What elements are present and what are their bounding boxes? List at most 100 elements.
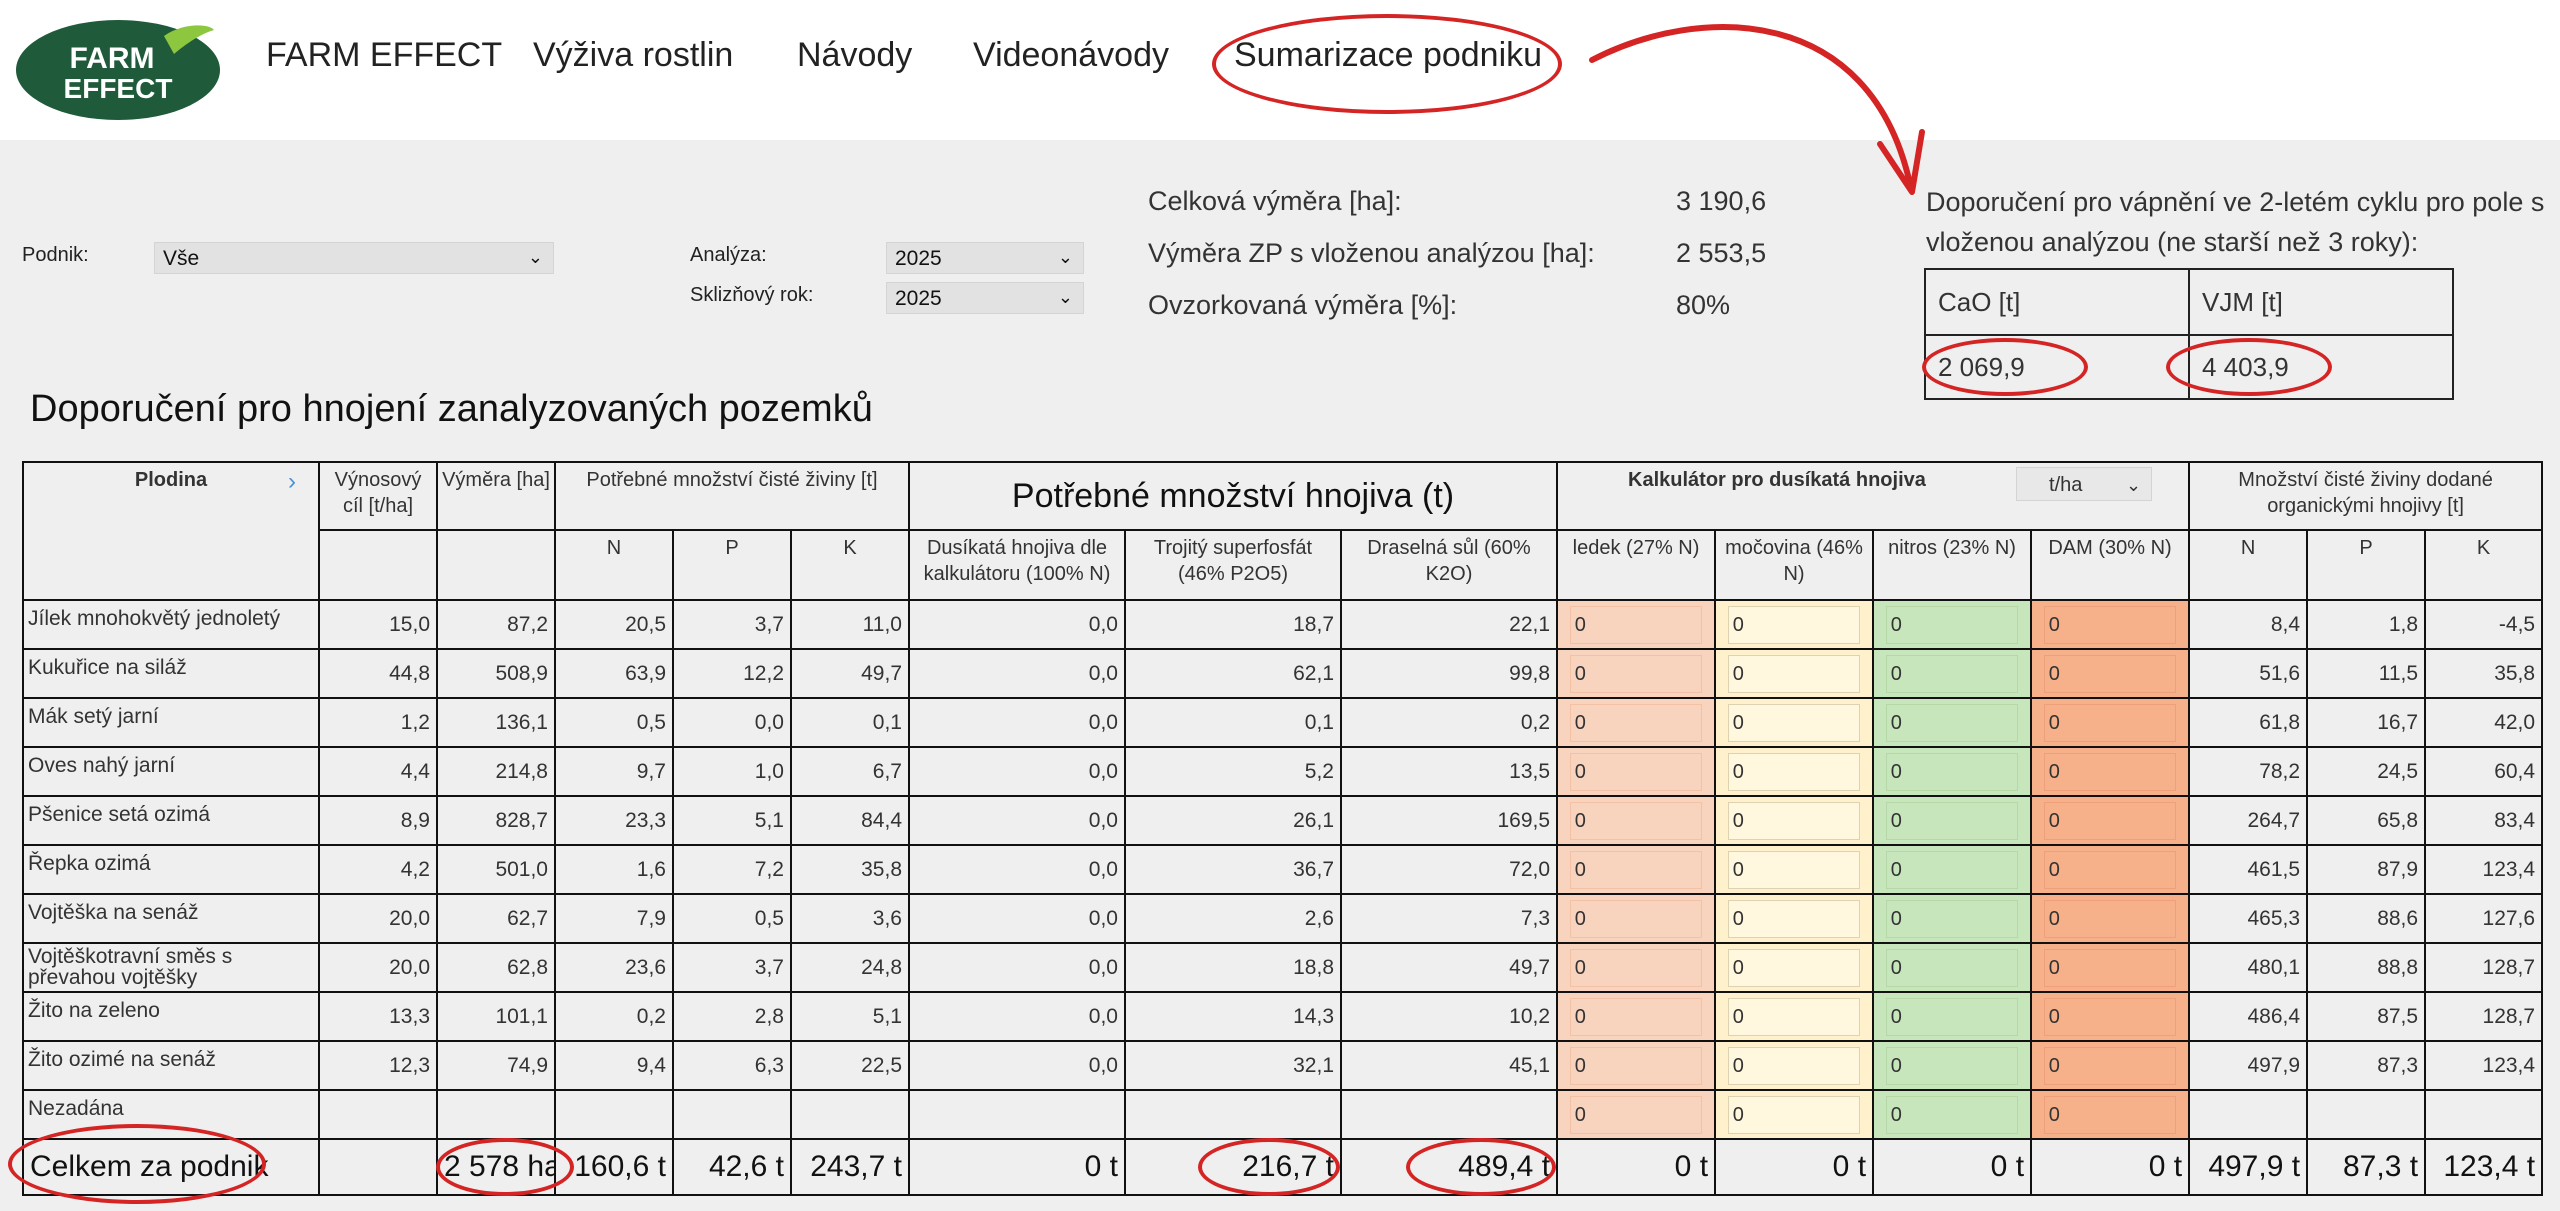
cell-dam-input[interactable]: 0 xyxy=(2043,948,2177,987)
cell-nitros-input[interactable]: 0 xyxy=(1885,1095,2019,1134)
cell-dusikata: 0,0 xyxy=(908,942,1126,993)
kalkulator-title: Kalkulátor pro dusíkatá hnojiva xyxy=(1628,469,1926,491)
cell-k: 49,7 xyxy=(790,648,910,699)
cell-vynosovy-cil: 4,2 xyxy=(318,844,438,895)
cell-dusikata: 0,0 xyxy=(908,795,1126,846)
table-row: Oves nahý jarní 4,4 214,8 9,7 1,0 6,7 0,0 5,2 13… xyxy=(22,746,2544,797)
header-plodina[interactable]: Plodina › xyxy=(22,461,320,601)
cell-mocovina-input[interactable]: 0 xyxy=(1727,752,1861,791)
cell-dam-input[interactable]: 0 xyxy=(2043,899,2177,938)
cell-ledek-input[interactable]: 0 xyxy=(1569,752,1703,791)
cell-mocovina-input[interactable]: 0 xyxy=(1727,1046,1861,1085)
header-nitros: nitros (23% N) xyxy=(1872,529,2033,601)
cell-nitros-input[interactable]: 0 xyxy=(1885,948,2019,987)
table-row: Kukuřice na siláž 44,8 508,9 63,9 12,2 49,7 0,… xyxy=(22,648,2544,699)
totals-dam: 0 t xyxy=(2030,1138,2191,1196)
cell-vymera: 508,9 xyxy=(436,648,556,699)
cell-vynosovy-cil: 8,9 xyxy=(318,795,438,846)
nav-farm-effect[interactable]: FARM EFFECT xyxy=(266,36,502,75)
cell-mocovina-input[interactable]: 0 xyxy=(1727,948,1861,987)
cell-nitros-input[interactable]: 0 xyxy=(1885,703,2019,742)
unit-select[interactable]: t/ha ⌄ xyxy=(2016,467,2153,501)
cell-vymera xyxy=(436,1089,556,1140)
cell-dam-input[interactable]: 0 xyxy=(2043,801,2177,840)
cell-dam-input[interactable]: 0 xyxy=(2043,1095,2177,1134)
cell-mocovina-input[interactable]: 0 xyxy=(1727,703,1861,742)
farm-effect-logo[interactable]: FARM EFFECT xyxy=(14,14,222,122)
podnik-select[interactable]: Vše ⌄ xyxy=(154,242,554,274)
cell-nitros-input[interactable]: 0 xyxy=(1885,752,2019,791)
cell-ledek-input[interactable]: 0 xyxy=(1569,997,1703,1036)
cell-nitros-input[interactable]: 0 xyxy=(1885,605,2019,644)
cell-ledek-input[interactable]: 0 xyxy=(1569,899,1703,938)
cell-draselna: 7,3 xyxy=(1339,893,1559,944)
nav-vyziva-rostlin[interactable]: Výživa rostlin xyxy=(533,36,733,75)
header-mocovina: močovina (46% N) xyxy=(1714,529,1875,601)
cell-mocovina-input[interactable]: 0 xyxy=(1727,997,1861,1036)
cell-mocovina: 0 xyxy=(1714,795,1875,846)
cell-mocovina: 0 xyxy=(1714,599,1875,650)
analyza-select[interactable]: 2025 ⌄ xyxy=(886,242,1084,274)
cell-dam-input[interactable]: 0 xyxy=(2043,1046,2177,1085)
chevron-right-icon[interactable]: › xyxy=(288,469,296,495)
table-row: Žito na zeleno 13,3 101,1 0,2 2,8 5,1 0,0 14,3 1… xyxy=(22,991,2544,1042)
cell-dam-input[interactable]: 0 xyxy=(2043,752,2177,791)
cell-vynosovy-cil: 15,0 xyxy=(318,599,438,650)
cell-mocovina: 0 xyxy=(1714,746,1875,797)
cell-dam-input[interactable]: 0 xyxy=(2043,850,2177,889)
cell-dam-input[interactable]: 0 xyxy=(2043,997,2177,1036)
cell-ledek-input[interactable]: 0 xyxy=(1569,703,1703,742)
cell-nitros-input[interactable]: 0 xyxy=(1885,801,2019,840)
nav-sumarizace-podniku[interactable]: Sumarizace podniku xyxy=(1234,36,1542,75)
cell-ledek-input[interactable]: 0 xyxy=(1569,850,1703,889)
cell-mocovina-input[interactable]: 0 xyxy=(1727,850,1861,889)
cell-p: 7,2 xyxy=(672,844,792,895)
cell-dusikata: 0,0 xyxy=(908,746,1126,797)
sklizen-select-value: 2025 xyxy=(895,287,942,310)
cell-plodina: Řepka ozimá xyxy=(22,844,320,895)
cell-mocovina-input[interactable]: 0 xyxy=(1727,654,1861,693)
cell-nitros-input[interactable]: 0 xyxy=(1885,654,2019,693)
cell-ledek-input[interactable]: 0 xyxy=(1569,605,1703,644)
fertilization-table: Plodina › Výnosový cíl [t/ha] Výměra [ha… xyxy=(22,461,2544,1196)
cell-nitros-input[interactable]: 0 xyxy=(1885,850,2019,889)
cell-nitros-input[interactable]: 0 xyxy=(1885,997,2019,1036)
logo-text-farm: FARM xyxy=(70,42,155,75)
cell-dam-input[interactable]: 0 xyxy=(2043,703,2177,742)
cell-plodina: Pšenice setá ozimá xyxy=(22,795,320,846)
sklizen-select[interactable]: 2025 ⌄ xyxy=(886,282,1084,314)
cell-ledek-input[interactable]: 0 xyxy=(1569,654,1703,693)
cell-mocovina-input[interactable]: 0 xyxy=(1727,1095,1861,1134)
ovzorkovana-label: Ovzorkovaná výměra [%]: xyxy=(1148,290,1458,320)
cell-mocovina-input[interactable]: 0 xyxy=(1727,605,1861,644)
totals-n: 160,6 t xyxy=(554,1138,674,1196)
cell-dam-input[interactable]: 0 xyxy=(2043,605,2177,644)
analyza-label: Analýza: xyxy=(690,244,767,266)
cell-ledek-input[interactable]: 0 xyxy=(1569,801,1703,840)
cell-mocovina-input[interactable]: 0 xyxy=(1727,899,1861,938)
nav-navody[interactable]: Návody xyxy=(797,36,912,75)
cell-ledek-input[interactable]: 0 xyxy=(1569,948,1703,987)
cell-dam-input[interactable]: 0 xyxy=(2043,654,2177,693)
cell-org-p: 87,3 xyxy=(2306,1040,2427,1091)
cell-org-k: 123,4 xyxy=(2424,844,2544,895)
cell-ledek-input[interactable]: 0 xyxy=(1569,1046,1703,1085)
cell-n: 9,7 xyxy=(554,746,674,797)
totals-org-n: 497,9 t xyxy=(2188,1138,2309,1196)
cell-org-p: 87,5 xyxy=(2306,991,2427,1042)
table-row: Nezadána 0 0 0 0 xyxy=(22,1089,2544,1140)
nav-videonavody[interactable]: Videonávody xyxy=(973,36,1169,75)
cell-mocovina-input[interactable]: 0 xyxy=(1727,801,1861,840)
cell-org-n: 264,7 xyxy=(2188,795,2309,846)
totals-nitros: 0 t xyxy=(1872,1138,2033,1196)
cell-ledek-input[interactable]: 0 xyxy=(1569,1095,1703,1134)
cell-nitros-input[interactable]: 0 xyxy=(1885,899,2019,938)
cell-ledek: 0 xyxy=(1556,942,1717,993)
cell-dusikata: 0,0 xyxy=(908,697,1126,748)
cell-nitros-input[interactable]: 0 xyxy=(1885,1046,2019,1085)
totals-org-k: 123,4 t xyxy=(2424,1138,2544,1196)
cell-n: 0,2 xyxy=(554,991,674,1042)
totals-org-p: 87,3 t xyxy=(2306,1138,2427,1196)
cell-k: 3,6 xyxy=(790,893,910,944)
header-vymera: Výměra [ha] xyxy=(436,461,556,531)
